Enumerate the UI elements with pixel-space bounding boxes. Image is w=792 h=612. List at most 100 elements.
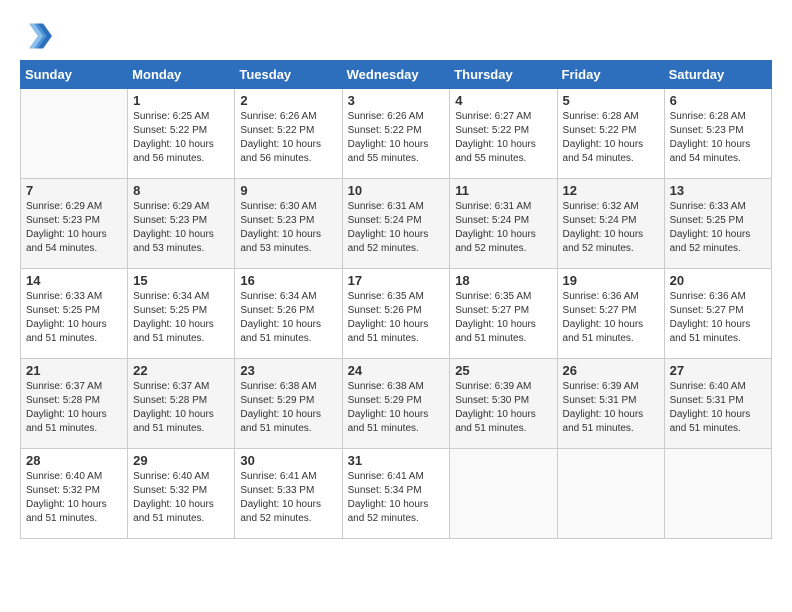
calendar-cell: 19 Sunrise: 6:36 AM Sunset: 5:27 PM Dayli… [557, 269, 664, 359]
calendar-cell [557, 449, 664, 539]
weekday-header: Thursday [450, 61, 557, 89]
calendar-cell: 6 Sunrise: 6:28 AM Sunset: 5:23 PM Daylig… [664, 89, 771, 179]
day-number: 9 [240, 183, 336, 198]
weekday-header: Monday [128, 61, 235, 89]
day-info: Sunrise: 6:39 AM Sunset: 5:30 PM Dayligh… [455, 380, 551, 436]
day-info: Sunrise: 6:40 AM Sunset: 5:32 PM Dayligh… [133, 470, 229, 526]
day-number: 30 [240, 453, 336, 468]
calendar-cell: 18Sunrise: 6:35 AM Sunset: 5:27 PM Dayli… [450, 269, 557, 359]
day-info: Sunrise: 6:41 AM Sunset: 5:34 PM Dayligh… [348, 470, 445, 526]
calendar-week-row: 1 Sunrise: 6:25 AM Sunset: 5:22 PM Daylig… [21, 89, 772, 179]
day-info: Sunrise: 6:34 AM Sunset: 5:25 PM Dayligh… [133, 290, 229, 346]
header [20, 20, 772, 52]
logo [20, 20, 56, 52]
calendar-cell: 24 Sunrise: 6:38 AM Sunset: 5:29 PM Dayli… [342, 359, 450, 449]
day-number: 21 [26, 363, 122, 378]
calendar-cell: 7 Sunrise: 6:29 AM Sunset: 5:23 PM Daylig… [21, 179, 128, 269]
day-number: 15 [133, 273, 229, 288]
day-number: 25 [455, 363, 551, 378]
day-info: Sunrise: 6:31 AM Sunset: 5:24 PM Dayligh… [348, 200, 445, 256]
day-info: Sunrise: 6:31 AM Sunset: 5:24 PM Dayligh… [455, 200, 551, 256]
calendar-cell: 22 Sunrise: 6:37 AM Sunset: 5:28 PM Dayli… [128, 359, 235, 449]
day-number: 10 [348, 183, 445, 198]
day-number: 11 [455, 183, 551, 198]
calendar-cell: 30 Sunrise: 6:41 AM Sunset: 5:33 PM Dayli… [235, 449, 342, 539]
day-number: 22 [133, 363, 229, 378]
day-info: Sunrise: 6:27 AM Sunset: 5:22 PM Dayligh… [455, 110, 551, 166]
day-number: 12 [563, 183, 659, 198]
calendar-cell: 29 Sunrise: 6:40 AM Sunset: 5:32 PM Dayli… [128, 449, 235, 539]
day-number: 1 [133, 93, 229, 108]
day-number: 4 [455, 93, 551, 108]
calendar-cell: 23 Sunrise: 6:38 AM Sunset: 5:29 PM Dayli… [235, 359, 342, 449]
weekday-header: Saturday [664, 61, 771, 89]
day-info: Sunrise: 6:37 AM Sunset: 5:28 PM Dayligh… [133, 380, 229, 436]
day-info: Sunrise: 6:38 AM Sunset: 5:29 PM Dayligh… [348, 380, 445, 436]
page-wrapper: SundayMondayTuesdayWednesdayThursdayFrid… [20, 20, 772, 539]
day-number: 29 [133, 453, 229, 468]
day-number: 24 [348, 363, 445, 378]
calendar-cell: 25 Sunrise: 6:39 AM Sunset: 5:30 PM Dayli… [450, 359, 557, 449]
day-number: 8 [133, 183, 229, 198]
day-info: Sunrise: 6:26 AM Sunset: 5:22 PM Dayligh… [240, 110, 336, 166]
calendar-cell: 11 Sunrise: 6:31 AM Sunset: 5:24 PM Dayli… [450, 179, 557, 269]
header-row: SundayMondayTuesdayWednesdayThursdayFrid… [21, 61, 772, 89]
day-number: 28 [26, 453, 122, 468]
calendar-cell: 3 Sunrise: 6:26 AM Sunset: 5:22 PM Daylig… [342, 89, 450, 179]
weekday-header: Wednesday [342, 61, 450, 89]
day-info: Sunrise: 6:28 AM Sunset: 5:23 PM Dayligh… [670, 110, 766, 166]
day-number: 20 [670, 273, 766, 288]
day-info: Sunrise: 6:36 AM Sunset: 5:27 PM Dayligh… [563, 290, 659, 346]
calendar-cell: 12 Sunrise: 6:32 AM Sunset: 5:24 PM Dayli… [557, 179, 664, 269]
calendar-cell: 20 Sunrise: 6:36 AM Sunset: 5:27 PM Dayli… [664, 269, 771, 359]
day-info: Sunrise: 6:29 AM Sunset: 5:23 PM Dayligh… [133, 200, 229, 256]
day-info: Sunrise: 6:36 AM Sunset: 5:27 PM Dayligh… [670, 290, 766, 346]
calendar-week-row: 28 Sunrise: 6:40 AM Sunset: 5:32 PM Dayli… [21, 449, 772, 539]
day-info: Sunrise: 6:25 AM Sunset: 5:22 PM Dayligh… [133, 110, 229, 166]
calendar-week-row: 21 Sunrise: 6:37 AM Sunset: 5:28 PM Dayli… [21, 359, 772, 449]
calendar-cell: 14Sunrise: 6:33 AM Sunset: 5:25 PM Dayli… [21, 269, 128, 359]
day-info: Sunrise: 6:40 AM Sunset: 5:32 PM Dayligh… [26, 470, 122, 526]
weekday-header: Sunday [21, 61, 128, 89]
weekday-header: Friday [557, 61, 664, 89]
day-number: 6 [670, 93, 766, 108]
calendar-cell: 21Sunrise: 6:37 AM Sunset: 5:28 PM Dayli… [21, 359, 128, 449]
calendar-header: SundayMondayTuesdayWednesdayThursdayFrid… [21, 61, 772, 89]
calendar-cell: 1 Sunrise: 6:25 AM Sunset: 5:22 PM Daylig… [128, 89, 235, 179]
calendar-cell: 5Sunrise: 6:28 AM Sunset: 5:22 PM Daylig… [557, 89, 664, 179]
day-info: Sunrise: 6:38 AM Sunset: 5:29 PM Dayligh… [240, 380, 336, 436]
day-number: 19 [563, 273, 659, 288]
day-info: Sunrise: 6:32 AM Sunset: 5:24 PM Dayligh… [563, 200, 659, 256]
day-info: Sunrise: 6:33 AM Sunset: 5:25 PM Dayligh… [670, 200, 766, 256]
day-info: Sunrise: 6:34 AM Sunset: 5:26 PM Dayligh… [240, 290, 336, 346]
calendar-cell: 28 Sunrise: 6:40 AM Sunset: 5:32 PM Dayli… [21, 449, 128, 539]
calendar-body: 1 Sunrise: 6:25 AM Sunset: 5:22 PM Daylig… [21, 89, 772, 539]
calendar-cell [664, 449, 771, 539]
calendar-cell: 2Sunrise: 6:26 AM Sunset: 5:22 PM Daylig… [235, 89, 342, 179]
calendar-table: SundayMondayTuesdayWednesdayThursdayFrid… [20, 60, 772, 539]
day-info: Sunrise: 6:30 AM Sunset: 5:23 PM Dayligh… [240, 200, 336, 256]
calendar-cell: 13Sunrise: 6:33 AM Sunset: 5:25 PM Dayli… [664, 179, 771, 269]
day-info: Sunrise: 6:39 AM Sunset: 5:31 PM Dayligh… [563, 380, 659, 436]
weekday-header: Tuesday [235, 61, 342, 89]
calendar-cell: 10 Sunrise: 6:31 AM Sunset: 5:24 PM Dayli… [342, 179, 450, 269]
day-number: 7 [26, 183, 122, 198]
calendar-cell: 26 Sunrise: 6:39 AM Sunset: 5:31 PM Dayli… [557, 359, 664, 449]
logo-icon [20, 20, 52, 52]
day-number: 16 [240, 273, 336, 288]
day-number: 17 [348, 273, 445, 288]
calendar-week-row: 14Sunrise: 6:33 AM Sunset: 5:25 PM Dayli… [21, 269, 772, 359]
day-info: Sunrise: 6:29 AM Sunset: 5:23 PM Dayligh… [26, 200, 122, 256]
day-number: 3 [348, 93, 445, 108]
day-number: 31 [348, 453, 445, 468]
calendar-cell: 9 Sunrise: 6:30 AM Sunset: 5:23 PM Daylig… [235, 179, 342, 269]
day-info: Sunrise: 6:41 AM Sunset: 5:33 PM Dayligh… [240, 470, 336, 526]
day-number: 14 [26, 273, 122, 288]
calendar-cell [21, 89, 128, 179]
calendar-cell: 8 Sunrise: 6:29 AM Sunset: 5:23 PM Daylig… [128, 179, 235, 269]
calendar-week-row: 7 Sunrise: 6:29 AM Sunset: 5:23 PM Daylig… [21, 179, 772, 269]
day-number: 23 [240, 363, 336, 378]
day-info: Sunrise: 6:26 AM Sunset: 5:22 PM Dayligh… [348, 110, 445, 166]
calendar-cell: 27Sunrise: 6:40 AM Sunset: 5:31 PM Dayli… [664, 359, 771, 449]
day-number: 26 [563, 363, 659, 378]
